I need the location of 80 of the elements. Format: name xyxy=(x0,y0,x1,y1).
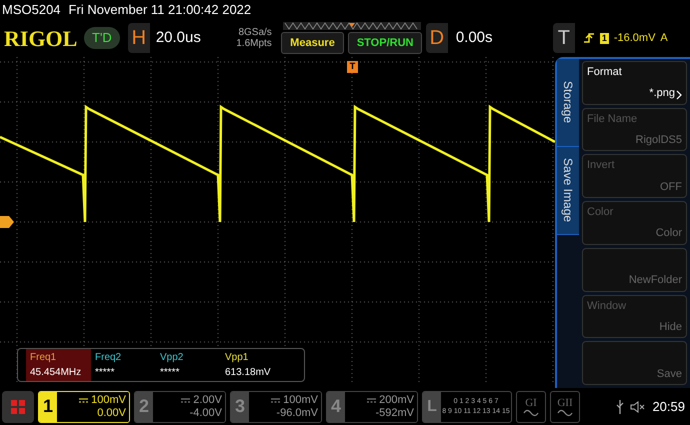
chevron-right-icon xyxy=(676,90,682,100)
mode-badge[interactable]: T'D xyxy=(84,27,120,49)
clock-time: 20:59 xyxy=(652,398,685,416)
sine-wave-icon xyxy=(557,408,573,416)
measurement-item[interactable]: Vpp2 ***** xyxy=(156,349,221,381)
channel-offset: -592mV xyxy=(375,406,414,420)
measurement-item[interactable]: Freq1 45.454MHz xyxy=(26,349,91,381)
channel-number: 3 xyxy=(231,392,249,422)
channel-scale: 100mV xyxy=(283,394,318,406)
channel-scale: 100mV xyxy=(91,394,126,406)
delay-panel[interactable]: D 0.00s xyxy=(426,23,546,53)
brand-logo: RIGOL xyxy=(4,24,78,52)
trigger-panel[interactable]: T 1 -16.0mV A xyxy=(552,23,686,53)
trigger-source-badge: 1 xyxy=(600,32,609,44)
measurement-label: Freq2 xyxy=(95,351,122,365)
trigger-level: -16.0mV xyxy=(614,30,656,46)
measurement-label: Freq1 xyxy=(30,351,58,365)
logic-label: L xyxy=(423,392,441,422)
menu-item-label: Window xyxy=(587,298,628,314)
sample-rate: 8GSa/s xyxy=(238,27,272,38)
generator-button[interactable]: GI xyxy=(516,390,546,422)
menu-item-label: File Name xyxy=(587,112,638,127)
usb-icon xyxy=(616,400,624,414)
delay-label: D xyxy=(428,26,446,51)
measurement-item[interactable]: Freq2 ***** xyxy=(91,349,156,381)
memory-depth: 1.6Mpts xyxy=(236,38,272,49)
menu-item-value: OFF xyxy=(660,180,682,195)
side-menu-item[interactable]: Format *.png xyxy=(582,61,687,105)
dc-coupling-icon xyxy=(367,398,376,402)
sine-wave-icon xyxy=(523,408,539,416)
measure-button[interactable]: Measure xyxy=(281,32,344,54)
channel-button[interactable]: 2 2.00V -4.00V xyxy=(134,390,226,422)
dc-coupling-icon xyxy=(79,398,88,402)
measurement-label: Vpp2 xyxy=(160,351,184,365)
stop-run-button[interactable]: STOP/RUN xyxy=(348,32,422,54)
timebase-value: 20.0us xyxy=(150,23,236,53)
channel-marker-icon xyxy=(0,216,14,228)
delay-value: 0.00s xyxy=(448,23,546,53)
channel-scale: 200mV xyxy=(379,394,414,406)
trigger-marker: T xyxy=(347,61,358,73)
channel-button[interactable]: 4 200mV -592mV xyxy=(326,390,418,422)
rising-edge-icon xyxy=(582,32,595,44)
model-name: MSO5204 xyxy=(2,1,61,20)
channel-offset: 0.00V xyxy=(97,406,126,420)
menu-item-value: Save xyxy=(656,366,682,382)
menu-item-value: RigolDS5 xyxy=(636,132,682,148)
date-time: Fri November 11 21:00:42 2022 xyxy=(68,1,252,20)
menu-item-label: Invert xyxy=(587,158,616,174)
measurement-value: 45.454MHz xyxy=(30,366,82,380)
measurement-value: ***** xyxy=(95,366,116,380)
grid-menu-icon xyxy=(10,398,26,414)
menu-item-value: Hide xyxy=(659,320,682,335)
dc-coupling-icon xyxy=(181,398,190,402)
channel-number: 2 xyxy=(135,392,153,422)
trigger-mode: A xyxy=(660,30,668,46)
trigger-label: T xyxy=(556,26,571,51)
channel-number: 1 xyxy=(39,392,57,422)
channel-button[interactable]: 3 100mV -96.0mV xyxy=(230,390,322,422)
speaker-muted-icon xyxy=(630,400,646,412)
channel-button[interactable]: 1 100mV 0.00V xyxy=(38,390,130,422)
measurement-value: 613.18mV xyxy=(225,366,272,380)
channel-scale: 2.00V xyxy=(193,394,222,406)
side-menu-tab[interactable]: Storage xyxy=(557,59,579,147)
horizontal-label: H xyxy=(130,26,148,51)
side-menu-tab[interactable]: Save Image xyxy=(557,147,579,235)
menu-item-label: Format xyxy=(587,65,623,80)
channel-offset: -4.00V xyxy=(190,406,222,420)
channel-offset: -96.0mV xyxy=(276,406,318,420)
menu-item-value: NewFolder xyxy=(628,273,682,288)
menu-item-value: *.png xyxy=(649,86,675,102)
menu-item-label: Color xyxy=(587,205,614,220)
measurement-value: ***** xyxy=(160,366,180,380)
horizontal-panel[interactable]: H 20.0us 8GSa/s 1.6Mpts xyxy=(128,23,278,53)
menu-button[interactable] xyxy=(2,390,34,422)
measurement-item[interactable]: Vpp1 613.18mV xyxy=(221,349,286,381)
channel-number: 4 xyxy=(327,392,345,422)
generator-button[interactable]: GII xyxy=(550,390,580,422)
menu-item-value: Color xyxy=(656,226,682,242)
dc-coupling-icon xyxy=(271,398,280,402)
measurement-label: Vpp1 xyxy=(225,351,250,365)
